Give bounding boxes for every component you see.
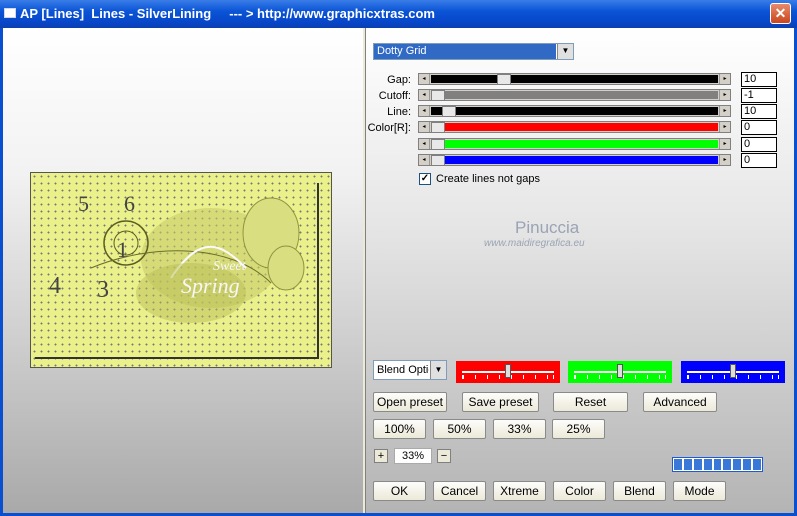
zoom-out-button[interactable]: − [437,449,451,463]
progress-segment [713,459,722,470]
red-slider[interactable] [456,361,560,383]
preview-number-4: 4 [49,273,61,299]
gap-value-field[interactable]: 10 [741,72,777,87]
create-lines-checkbox[interactable]: ✓ [419,173,431,185]
progress-segment [683,459,692,470]
arrow-right-icon[interactable]: ▸ [719,139,730,149]
arrow-left-icon[interactable]: ◂ [419,74,430,84]
slider-cutoff-thumb[interactable] [431,90,445,101]
slider-color-b-track [431,155,718,166]
arrow-right-icon[interactable]: ▸ [719,155,730,165]
slider-color-g-track [431,139,718,150]
red-slider-thumb[interactable] [505,364,511,378]
progress-segment [674,459,682,470]
slider-color-r[interactable]: ◂ ▸ [418,121,731,133]
blend-button[interactable]: Blend [613,481,666,501]
window-title: AP [Lines] Lines - SilverLining --- > ht… [20,6,435,21]
param-label-cutoff: Cutoff: [378,90,411,102]
color-r-value-field[interactable]: 0 [741,120,777,135]
slider-color-b-thumb[interactable] [431,155,445,166]
cancel-button[interactable]: Cancel [433,481,486,501]
blend-select-value: Blend Optio [377,364,429,376]
blue-slider-thumb[interactable] [730,364,736,378]
slider-line[interactable]: ◂ ▸ [418,105,731,117]
watermark-name: Pinuccia [515,218,580,237]
slider-color-g[interactable]: ◂ ▸ [418,138,731,150]
color-g-value-field[interactable]: 0 [741,137,777,152]
zoom-value-field[interactable]: 33% [394,448,432,464]
arrow-left-icon[interactable]: ◂ [419,106,430,116]
advanced-button[interactable]: Advanced [643,392,717,412]
progress-segment [753,459,762,470]
arrow-left-icon[interactable]: ◂ [419,90,430,100]
preview-art [90,197,305,323]
chevron-down-icon[interactable]: ▼ [430,361,446,379]
progress-segment [733,459,742,470]
slider-cutoff[interactable]: ◂ ▸ [418,89,731,101]
slider-color-b[interactable]: ◂ ▸ [418,154,731,166]
progress-segment [723,459,732,470]
blue-slider[interactable] [681,361,785,383]
green-slider[interactable] [568,361,672,383]
cutoff-value-field[interactable]: -1 [741,88,777,103]
reset-button[interactable]: Reset [553,392,628,412]
param-label-color-r: Color[R]: [367,122,411,134]
arrow-right-icon[interactable]: ▸ [719,74,730,84]
slider-gap-track [431,74,718,85]
watermark-site: www.maidiregrafica.eu [484,238,585,249]
slider-line-track [431,106,718,117]
param-label-gap: Gap: [387,74,411,86]
save-preset-button[interactable]: Save preset [462,392,539,412]
progress-segment [703,459,712,470]
slider-color-r-track [431,122,718,133]
progress-segment [693,459,702,470]
slider-color-g-thumb[interactable] [431,139,445,150]
preview-script-text-2: Spring [181,273,240,298]
color-b-value-field[interactable]: 0 [741,153,777,168]
param-label-line: Line: [387,106,411,118]
create-lines-label: Create lines not gaps [436,173,540,185]
mode-button[interactable]: Mode [673,481,726,501]
effect-select[interactable]: Dotty Grid ▼ [373,43,574,60]
open-preset-button[interactable]: Open preset [373,392,447,412]
arrow-left-icon[interactable]: ◂ [419,139,430,149]
zoom-100-button[interactable]: 100% [373,419,426,439]
preview-number-6: 6 [124,191,135,216]
zoom-33-button[interactable]: 33% [493,419,546,439]
preview-image: 5 6 1 4 3 Sweet Spring [30,172,332,368]
zoom-in-button[interactable]: + [374,449,388,463]
title-bar: AP [Lines] Lines - SilverLining --- > ht… [0,0,797,28]
preview-number-1: 1 [117,237,128,262]
slider-gap[interactable]: ◂ ▸ [418,73,731,85]
ok-button[interactable]: OK [373,481,426,501]
line-value-field[interactable]: 10 [741,104,777,119]
color-button[interactable]: Color [553,481,606,501]
slider-line-thumb[interactable] [442,106,456,117]
effect-select-value: Dotty Grid [374,44,556,59]
progress-segment [743,459,752,470]
slider-cutoff-track [431,90,718,101]
chevron-down-icon[interactable]: ▼ [557,44,573,59]
progress-bar [672,457,763,472]
arrow-left-icon[interactable]: ◂ [419,122,430,132]
preview-number-5: 5 [78,191,89,216]
window-icon [4,8,16,18]
blend-select[interactable]: Blend Optio ▼ [373,360,447,380]
green-slider-thumb[interactable] [617,364,623,378]
arrow-right-icon[interactable]: ▸ [719,106,730,116]
close-button[interactable]: ✕ [770,3,791,24]
arrow-left-icon[interactable]: ◂ [419,155,430,165]
preview-number-3: 3 [97,277,109,303]
arrow-right-icon[interactable]: ▸ [719,90,730,100]
zoom-25-button[interactable]: 25% [552,419,605,439]
arrow-right-icon[interactable]: ▸ [719,122,730,132]
zoom-50-button[interactable]: 50% [433,419,486,439]
xtreme-button[interactable]: Xtreme [493,481,546,501]
slider-gap-thumb[interactable] [497,74,511,85]
slider-color-r-thumb[interactable] [431,122,445,133]
